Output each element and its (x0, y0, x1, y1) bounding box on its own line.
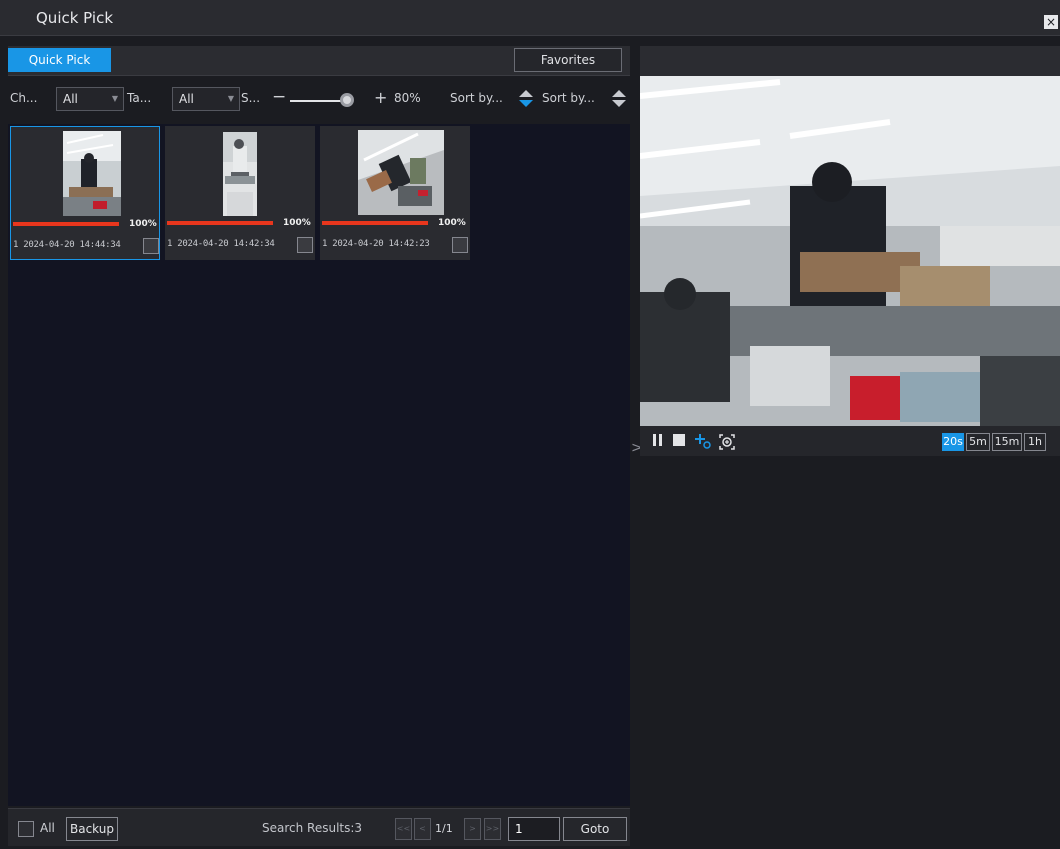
select-all-label: All (40, 821, 55, 835)
channel-select-value: All (63, 92, 78, 106)
zoom-icon[interactable] (718, 433, 736, 451)
video-preview[interactable] (640, 76, 1060, 426)
backup-button[interactable]: Backup (66, 817, 118, 841)
page-indicator: 1/1 (435, 822, 453, 835)
similarity-percent: 100% (129, 219, 157, 229)
prev-page-button[interactable]: < (414, 818, 431, 840)
sort-label-2[interactable]: Sort by... (542, 91, 595, 105)
next-page-button[interactable]: > (464, 818, 481, 840)
result-thumbnail[interactable] (63, 131, 121, 216)
result-timestamp: 1 2024-04-20 14:42:34 (167, 239, 275, 249)
first-page-button[interactable]: << (395, 818, 412, 840)
favorites-button[interactable]: Favorites (514, 48, 622, 72)
result-checkbox[interactable] (143, 238, 159, 254)
results-grid: 100% 1 2024-04-20 14:44:34 100% 1 2024-0… (8, 124, 630, 806)
goto-button[interactable]: Goto (563, 817, 627, 841)
playback-controls: 20s 5m 15m 1h (640, 426, 1060, 456)
tag-select-value: All (179, 92, 194, 106)
page-input[interactable]: 1 (508, 817, 560, 841)
search-results-count: Search Results:3 (262, 821, 363, 835)
sort-label-1[interactable]: Sort by... (450, 91, 503, 105)
pause-icon[interactable] (652, 433, 664, 447)
sort-arrows-icon[interactable] (519, 90, 533, 108)
result-card[interactable]: 100% 1 2024-04-20 14:44:34 (10, 126, 160, 260)
duration-15m-button[interactable]: 15m (992, 433, 1022, 451)
select-all-checkbox[interactable] (18, 821, 34, 837)
result-card[interactable]: 100% 1 2024-04-20 14:42:34 (165, 126, 315, 260)
bottom-bar: All Backup Search Results:3 << < 1/1 > >… (8, 808, 630, 846)
sort-arrows-icon[interactable] (612, 90, 626, 108)
result-timestamp: 1 2024-04-20 14:44:34 (13, 240, 121, 250)
filter-bar: Ch... All ▼ Ta... All ▼ S... − + 80% Sor… (8, 80, 630, 116)
title-bar: Quick Pick × (0, 0, 1060, 36)
plus-icon[interactable]: + (374, 88, 387, 107)
stop-icon[interactable] (672, 433, 686, 447)
duration-5m-button[interactable]: 5m (966, 433, 990, 451)
chevron-down-icon: ▼ (111, 94, 118, 103)
similarity-value: 80% (394, 91, 421, 105)
tab-quick-pick[interactable]: Quick Pick (8, 48, 111, 72)
similarity-slider-knob[interactable] (340, 93, 354, 107)
result-thumbnail[interactable] (358, 130, 444, 215)
similarity-percent: 100% (438, 218, 466, 228)
duration-1h-button[interactable]: 1h (1024, 433, 1046, 451)
playback-header (640, 46, 1060, 76)
result-thumbnail[interactable] (223, 132, 257, 216)
playback-panel: 20s 5m 15m 1h (640, 46, 1060, 849)
similarity-progress-bar (167, 221, 273, 225)
similarity-percent: 100% (283, 218, 311, 228)
window-title: Quick Pick (36, 9, 113, 27)
result-timestamp: 1 2024-04-20 14:42:23 (322, 239, 430, 249)
channel-label: Ch... (10, 91, 38, 105)
results-panel: Quick Pick Favorites Ch... All ▼ Ta... A… (8, 46, 630, 846)
result-checkbox[interactable] (297, 237, 313, 253)
channel-select[interactable]: All ▼ (56, 87, 124, 111)
tag-icon[interactable] (694, 433, 712, 449)
minus-icon[interactable]: − (272, 87, 286, 107)
last-page-button[interactable]: >> (484, 818, 501, 840)
result-card[interactable]: 100% 1 2024-04-20 14:42:23 (320, 126, 470, 260)
result-checkbox[interactable] (452, 237, 468, 253)
similarity-progress-bar (13, 222, 119, 226)
similarity-progress-bar (322, 221, 428, 225)
tag-select[interactable]: All ▼ (172, 87, 240, 111)
tab-bar: Quick Pick Favorites (8, 46, 630, 76)
tag-label: Ta... (127, 91, 152, 105)
close-icon[interactable]: × (1044, 15, 1058, 29)
duration-20s-button[interactable]: 20s (942, 433, 964, 451)
similarity-label: S... (241, 91, 261, 105)
chevron-down-icon: ▼ (227, 94, 234, 103)
